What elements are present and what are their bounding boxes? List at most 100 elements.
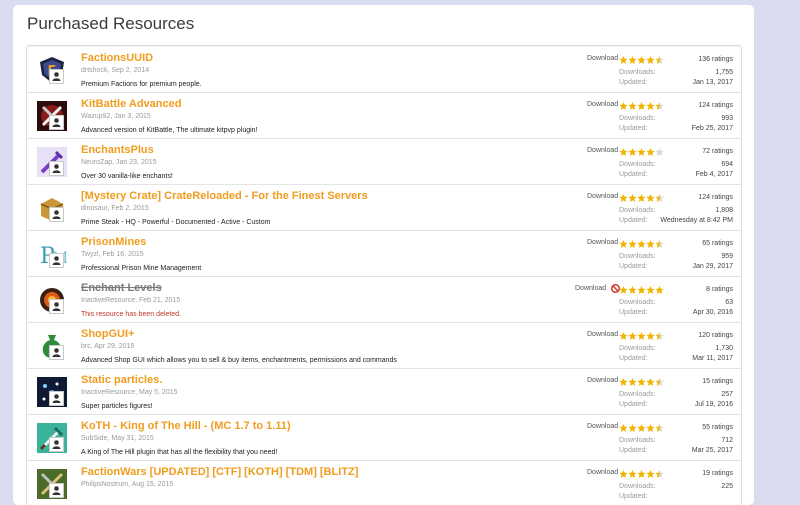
- resource-meta: Wazup92, Jan 3, 2015: [81, 113, 151, 120]
- resource-title[interactable]: KitBattle Advanced: [81, 97, 551, 111]
- user-icon[interactable]: [49, 483, 64, 498]
- resource-title[interactable]: FactionWars [UPDATED] [CTF] [KOTH] [TDM]…: [81, 465, 551, 479]
- download-link[interactable]: Download: [587, 193, 618, 200]
- downloads-label: Downloads:: [619, 437, 656, 444]
- rating-stars: [619, 55, 664, 66]
- resource-author[interactable]: dinosaur: [81, 205, 107, 212]
- resource-list: FFactionsUUIDdrtshock, Sep 2, 2014Premiu…: [26, 45, 742, 505]
- resource-meta: NeuroZap, Jan 23, 2015: [81, 159, 157, 166]
- updated-label: Updated:: [619, 125, 648, 132]
- star-icon: [619, 239, 628, 250]
- resource-row: KoTH - King of The Hill - (MC 1.7 to 1.1…: [27, 415, 741, 461]
- download-link[interactable]: Download: [575, 285, 606, 292]
- user-icon[interactable]: [49, 345, 64, 360]
- resource-row: EnchantsPlus NeuroZap, Jan 23, 2015 Over 3…: [27, 139, 741, 185]
- download-link[interactable]: Download: [587, 239, 618, 246]
- star-icon: [628, 55, 637, 66]
- downloads-label: Downloads:: [619, 115, 656, 122]
- downloads-label: Downloads:: [619, 391, 656, 398]
- star-icon: [655, 331, 664, 342]
- resource-title[interactable]: Static particles.: [81, 373, 551, 387]
- resource-description: Professional Prison Mine Management: [81, 265, 202, 272]
- updated-date: Feb 25, 2017: [691, 125, 733, 132]
- resource-title[interactable]: PrisonMines: [81, 235, 551, 249]
- resource-author[interactable]: Twyzl: [81, 251, 99, 258]
- download-link[interactable]: Download: [587, 331, 618, 338]
- star-icon: [655, 55, 664, 66]
- ratings-count: 124 ratings: [698, 102, 733, 109]
- star-icon: [655, 193, 664, 204]
- downloads-count: 959: [721, 253, 733, 260]
- resource-title[interactable]: Enchant Levels: [81, 281, 551, 295]
- resource-title[interactable]: ShopGUI+: [81, 327, 551, 341]
- download-link[interactable]: Download: [587, 469, 618, 476]
- star-icon: [628, 101, 637, 112]
- download-link[interactable]: Download: [587, 101, 618, 108]
- resource-description: Advanced Shop GUI which allows you to se…: [81, 357, 397, 364]
- ratings-count: 65 ratings: [702, 240, 733, 247]
- ratings-count: 8 ratings: [706, 286, 733, 293]
- resource-row: KitBattle Advanced Wazup92, Jan 3, 2015 Ad…: [27, 93, 741, 139]
- downloads-count: 1,730: [715, 345, 733, 352]
- updated-date: Apr 30, 2016: [692, 309, 733, 316]
- resource-author[interactable]: NeuroZap: [81, 159, 112, 166]
- star-icon: [619, 193, 628, 204]
- star-icon: [646, 377, 655, 388]
- resource-meta: brc, Apr 29, 2015: [81, 343, 135, 350]
- resource-date: Feb 21, 2015: [138, 297, 181, 304]
- resource-info: ShopGUI+ brc, Apr 29, 2015 Advanced Shop G…: [81, 327, 551, 366]
- resource-info: EnchantsPlus NeuroZap, Jan 23, 2015 Over 3…: [81, 143, 551, 182]
- resource-title[interactable]: EnchantsPlus: [81, 143, 551, 157]
- user-icon[interactable]: [49, 69, 64, 84]
- user-icon[interactable]: [49, 299, 64, 314]
- resource-title[interactable]: [Mystery Crate] CrateReloaded - For the …: [81, 189, 551, 203]
- downloads-count: 63: [725, 299, 733, 306]
- resource-info: FactionsUUID drtshock, Sep 2, 2014 Premium…: [81, 51, 551, 90]
- user-icon[interactable]: [49, 161, 64, 176]
- resource-date: Apr 29, 2015: [94, 343, 135, 350]
- updated-label: Updated:: [619, 79, 648, 86]
- user-icon[interactable]: [49, 437, 64, 452]
- star-icon: [646, 239, 655, 250]
- updated-label: Updated:: [619, 263, 648, 270]
- resource-description: A King of The Hill plugin that has all t…: [81, 449, 278, 456]
- user-icon[interactable]: [49, 253, 64, 268]
- ratings-count: 19 ratings: [702, 470, 733, 477]
- star-icon: [655, 101, 664, 112]
- updated-label: Updated:: [619, 401, 648, 408]
- star-icon: [646, 285, 655, 296]
- star-icon: [619, 55, 628, 66]
- resource-author[interactable]: PhilipsNostrum: [81, 481, 128, 488]
- ratings-count: 15 ratings: [702, 378, 733, 385]
- resource-author[interactable]: InactiveResource: [81, 389, 135, 396]
- rating-stars: [619, 101, 664, 112]
- resource-author[interactable]: InactiveResource: [81, 297, 135, 304]
- updated-label: Updated:: [619, 217, 648, 224]
- resource-row: $ShopGUI+brc, Apr 29, 2015Advanced Shop …: [27, 323, 741, 369]
- resource-meta: drtshock, Sep 2, 2014: [81, 67, 150, 74]
- download-link[interactable]: Download: [587, 377, 618, 384]
- download-link[interactable]: Download: [587, 147, 618, 154]
- rating-stars: [619, 239, 664, 250]
- updated-date: Wednesday at 8:42 PM: [660, 217, 733, 224]
- star-icon: [637, 193, 646, 204]
- resource-author[interactable]: Wazup92: [81, 113, 110, 120]
- updated-label: Updated:: [619, 447, 648, 454]
- user-icon[interactable]: [49, 391, 64, 406]
- resource-info: PrisonMines Twyzl, Feb 16, 2015 Profession…: [81, 235, 551, 274]
- resource-title[interactable]: KoTH - King of The Hill - (MC 1.7 to 1.1…: [81, 419, 551, 433]
- resource-author[interactable]: SubSide: [81, 435, 107, 442]
- resource-author[interactable]: brc: [81, 343, 91, 350]
- download-link[interactable]: Download: [587, 55, 618, 62]
- resource-title[interactable]: FactionsUUID: [81, 51, 551, 65]
- resource-date: Sep 2, 2014: [111, 67, 150, 74]
- star-icon: [619, 377, 628, 388]
- resource-author[interactable]: drtshock: [81, 67, 107, 74]
- downloads-label: Downloads:: [619, 161, 656, 168]
- download-link[interactable]: Download: [587, 423, 618, 430]
- resource-description: Over 30 vanilla-like enchants!: [81, 173, 173, 180]
- user-icon[interactable]: [49, 207, 64, 222]
- user-icon[interactable]: [49, 115, 64, 130]
- star-icon: [637, 469, 646, 480]
- rating-stars: [619, 469, 664, 480]
